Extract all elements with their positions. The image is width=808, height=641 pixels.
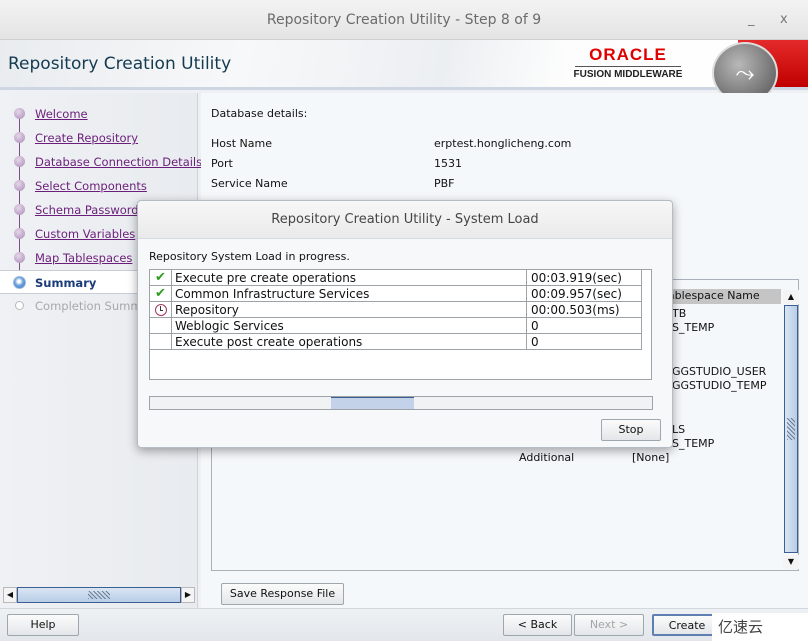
task-name: Common Infrastructure Services [175, 287, 370, 301]
load-status-text: Repository System Load in progress. [149, 250, 350, 263]
scroll-thumb[interactable] [784, 305, 798, 553]
detail-key: Host Name [211, 137, 272, 150]
tablespace-value: LS [672, 423, 686, 436]
additional-label: Additional [519, 451, 575, 464]
back-button[interactable]: < Back [503, 614, 572, 636]
scroll-thumb[interactable] [17, 587, 181, 603]
task-row: ✔ Common Infrastructure Services 00:09.9… [150, 286, 642, 302]
dialog-title: Repository Creation Utility - System Loa… [138, 201, 672, 239]
task-time: 0 [526, 334, 642, 350]
check-icon: ✔ [150, 270, 172, 286]
load-tasks-table: ✔ Execute pre create operations 00:03.91… [149, 269, 652, 380]
scroll-left-icon[interactable]: ◀ [3, 587, 17, 603]
task-row: Weblogic Services 0 [150, 318, 642, 334]
task-name: Execute pre create operations [175, 271, 357, 285]
nav-step-label[interactable]: Database Connection Details [35, 155, 202, 169]
empty-status-icon [150, 334, 172, 350]
header-banner: Repository Creation Utility ORACLE FUSIO… [0, 40, 808, 104]
task-name: Repository [175, 303, 239, 317]
additional-value: [None] [632, 451, 670, 464]
tablespace-value: GGSTUDIO_USER [672, 365, 767, 378]
grip-icon [88, 591, 110, 599]
empty-status-icon [150, 318, 172, 334]
nav-step-label[interactable]: Schema Passwords [35, 203, 145, 217]
detail-value: 1531 [434, 157, 462, 170]
oracle-logo: ORACLE FUSION MIDDLEWARE [566, 45, 690, 80]
task-name: Execute post create operations [175, 335, 363, 349]
task-row: Execute post create operations 0 [150, 334, 642, 350]
system-load-dialog: Repository Creation Utility - System Loa… [137, 200, 673, 448]
app-title: Repository Creation Utility [8, 54, 232, 74]
summary-vertical-scrollbar[interactable]: ▲ ▼ [783, 289, 799, 569]
task-row: Repository 00:00.503(ms) [150, 302, 642, 318]
task-time: 0 [526, 318, 642, 334]
detail-value: erptest.honglicheng.com [434, 137, 572, 150]
step-done-icon [14, 108, 25, 119]
task-row: ✔ Execute pre create operations 00:03.91… [150, 270, 642, 286]
minimize-button[interactable]: _ [748, 0, 755, 40]
step-done-icon [14, 180, 25, 191]
watermark-logo: 亿速云 [712, 613, 808, 641]
stop-button[interactable]: Stop [601, 419, 661, 441]
detail-key: Service Name [211, 177, 288, 190]
progress-indicator [331, 397, 414, 409]
nav-step-create-repository[interactable]: Create Repository [0, 126, 198, 150]
task-time: 00:09.957(sec) [526, 286, 642, 302]
load-progress-bar [149, 396, 653, 410]
help-button[interactable]: Help [7, 614, 79, 636]
scroll-right-icon[interactable]: ▶ [181, 587, 195, 603]
nav-step-welcome[interactable]: Welcome [0, 102, 198, 126]
tablespace-value: S_TEMP [672, 437, 715, 450]
grip-icon [787, 418, 795, 440]
step-done-icon [14, 228, 25, 239]
nav-horizontal-scrollbar[interactable]: ◀ ▶ [3, 587, 195, 603]
nav-step-select-components[interactable]: Select Components [0, 174, 198, 198]
task-name: Weblogic Services [175, 319, 284, 333]
nav-step-label[interactable]: Select Components [35, 179, 147, 193]
window-title: Repository Creation Utility - Step 8 of … [266, 12, 542, 28]
scroll-down-icon[interactable]: ▼ [783, 555, 799, 569]
step-done-icon [14, 156, 25, 167]
step-pending-icon [15, 301, 24, 310]
task-time: 00:03.919(sec) [526, 270, 642, 286]
check-icon: ✔ [150, 286, 172, 302]
next-button: Next > [574, 614, 644, 636]
save-response-file-button[interactable]: Save Response File [221, 583, 344, 605]
detail-key: Port [211, 157, 233, 170]
wizard-footer: Help < Back Next > Create [0, 608, 808, 641]
tablespace-value: S_TEMP [672, 321, 715, 334]
nav-step-label[interactable]: Custom Variables [35, 227, 135, 241]
clock-icon [150, 302, 172, 318]
step-done-icon [14, 252, 25, 263]
database-details-heading: Database details: [211, 107, 308, 120]
nav-step-label: Summary [35, 276, 97, 290]
nav-step-database-connection[interactable]: Database Connection Details [0, 150, 202, 174]
step-done-icon [14, 132, 25, 143]
nav-step-label[interactable]: Welcome [35, 107, 88, 121]
nav-step-label[interactable]: Create Repository [35, 131, 138, 145]
detail-value: PBF [434, 177, 455, 190]
product-name: FUSION MIDDLEWARE [573, 69, 683, 80]
close-button[interactable]: x [780, 0, 788, 40]
nav-step-label[interactable]: Map Tablespaces [35, 251, 132, 265]
oracle-brand-text: ORACLE [575, 45, 681, 67]
task-time: 00:00.503(ms) [526, 302, 642, 318]
tablespace-value: TB [672, 307, 687, 320]
window-titlebar: Repository Creation Utility - Step 8 of … [0, 0, 808, 40]
tablespace-value: GGSTUDIO_TEMP [672, 379, 767, 392]
step-current-icon [13, 276, 26, 289]
step-done-icon [14, 204, 25, 215]
scroll-up-icon[interactable]: ▲ [783, 290, 799, 304]
